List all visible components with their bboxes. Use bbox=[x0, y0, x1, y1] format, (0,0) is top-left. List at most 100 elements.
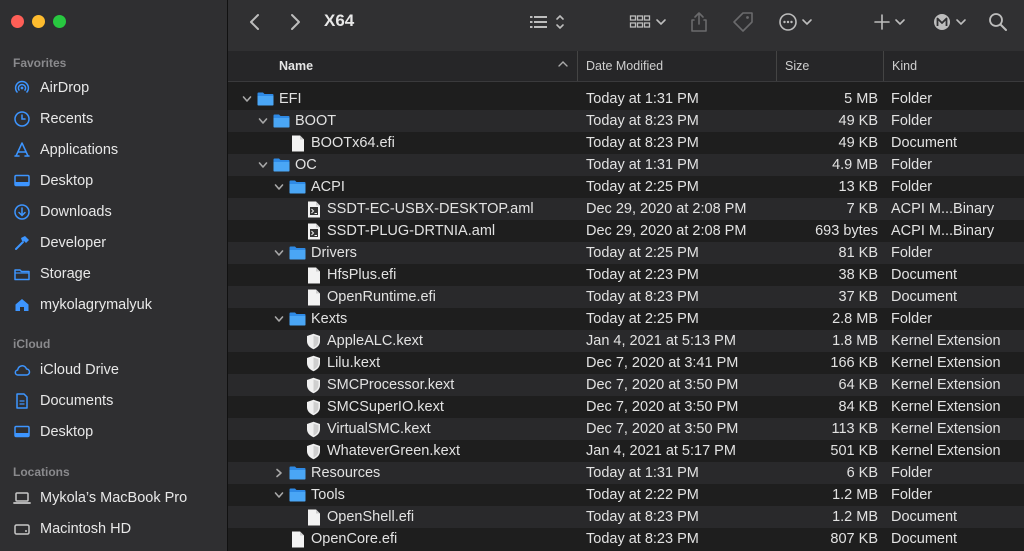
sidebar-item-label: Desktop bbox=[40, 173, 94, 189]
file-row[interactable]: ACPI Today at 2:25 PM 13 KB Folder bbox=[228, 176, 1024, 198]
sidebar-item-fav-desktop[interactable]: Desktop bbox=[13, 170, 223, 192]
minimize-window-button[interactable] bbox=[32, 15, 45, 28]
group-button[interactable] bbox=[629, 0, 669, 44]
m-badge-icon bbox=[934, 14, 966, 30]
sidebar-item-fav-developer[interactable]: Developer bbox=[13, 232, 223, 254]
sidebar-item-icloud-desktop[interactable]: Desktop bbox=[13, 421, 223, 443]
tag-button[interactable] bbox=[731, 0, 755, 44]
file-row[interactable]: OpenShell.efi Today at 8:23 PM 1.2 MB Docum… bbox=[228, 506, 1024, 528]
file-kind: Kernel Extension bbox=[891, 377, 1001, 393]
sidebar-item-loc-macintosh-hd[interactable]: Macintosh HD bbox=[13, 518, 223, 540]
file-name: SMCProcessor.kext bbox=[327, 377, 455, 393]
close-window-button[interactable] bbox=[11, 15, 24, 28]
file-row[interactable]: WhateverGreen.kext Jan 4, 2021 at 5:17 PM… bbox=[228, 440, 1024, 462]
file-row[interactable]: SSDT-EC-USBX-DESKTOP.aml Dec 29, 2020 at … bbox=[228, 198, 1024, 220]
view-options-button[interactable] bbox=[528, 0, 568, 44]
file-row[interactable]: OC Today at 1:31 PM 4.9 MB Folder bbox=[228, 154, 1024, 176]
file-row[interactable]: EFI Today at 1:31 PM 5 MB Folder bbox=[228, 88, 1024, 110]
file-row[interactable]: OpenCore.efi Today at 8:23 PM 807 KB Docume… bbox=[228, 528, 1024, 550]
column-date-modified[interactable]: Date Modified bbox=[577, 51, 663, 81]
document-icon bbox=[305, 264, 322, 286]
downloads-icon bbox=[13, 203, 31, 221]
sidebar-item-label: Documents bbox=[40, 393, 114, 409]
file-name: Drivers bbox=[311, 245, 357, 261]
sidebar-item-fav-recents[interactable]: Recents bbox=[13, 108, 223, 130]
new-item-button[interactable] bbox=[874, 0, 910, 44]
file-row[interactable]: Lilu.kext Dec 7, 2020 at 3:41 PM 166 KB Ker… bbox=[228, 352, 1024, 374]
search-button[interactable] bbox=[988, 0, 1008, 44]
sidebar-item-fav-downloads[interactable]: Downloads bbox=[13, 201, 223, 223]
file-size: 113 KB bbox=[831, 421, 879, 437]
sidebar-item-fav-airdrop[interactable]: AirDrop bbox=[13, 77, 223, 99]
column-name[interactable]: Name bbox=[279, 51, 313, 81]
file-kind: Document bbox=[891, 509, 958, 525]
file-name: EFI bbox=[279, 91, 302, 107]
action-menu-button[interactable] bbox=[778, 0, 818, 44]
share-button[interactable] bbox=[690, 0, 708, 44]
window-controls bbox=[11, 15, 66, 28]
file-date-modified: Today at 8:23 PM bbox=[586, 289, 699, 305]
file-size: 4.9 MB bbox=[832, 157, 878, 173]
file-date-modified: Today at 8:23 PM bbox=[586, 509, 699, 525]
file-size: 84 KB bbox=[838, 399, 879, 415]
back-button[interactable] bbox=[248, 0, 262, 44]
chevron-right-icon bbox=[291, 14, 300, 30]
hammer-icon bbox=[13, 234, 31, 252]
file-row[interactable]: SMCProcessor.kext Dec 7, 2020 at 3:50 PM 6… bbox=[228, 374, 1024, 396]
column-kind[interactable]: Kind bbox=[883, 51, 917, 81]
sidebar-item-icloud-documents[interactable]: Documents bbox=[13, 390, 223, 412]
file-row[interactable]: BOOT Today at 8:23 PM 49 KB Folder bbox=[228, 110, 1024, 132]
disclosure-expanded-icon[interactable] bbox=[257, 110, 269, 132]
file-date-modified: Today at 2:22 PM bbox=[586, 487, 699, 503]
sidebar-item-icloud-icloud-drive[interactable]: iCloud Drive bbox=[13, 359, 223, 381]
file-kind: Kernel Extension bbox=[891, 443, 1001, 459]
zoom-window-button[interactable] bbox=[53, 15, 66, 28]
disclosure-expanded-icon[interactable] bbox=[273, 242, 285, 264]
file-row[interactable]: SMCSuperIO.kext Dec 7, 2020 at 3:50 PM 84 … bbox=[228, 396, 1024, 418]
disclosure-collapsed-icon[interactable] bbox=[273, 462, 285, 484]
file-name: Resources bbox=[311, 465, 381, 481]
disclosure-expanded-icon[interactable] bbox=[273, 176, 285, 198]
file-size: 166 KB bbox=[830, 355, 878, 371]
folder-icon bbox=[257, 88, 274, 110]
account-menu-button[interactable] bbox=[932, 0, 970, 44]
file-row[interactable]: BOOTx64.efi Today at 8:23 PM 49 KB Document bbox=[228, 132, 1024, 154]
disclosure-expanded-icon[interactable] bbox=[257, 154, 269, 176]
file-date-modified: Today at 1:31 PM bbox=[586, 465, 699, 481]
file-kind: Folder bbox=[891, 245, 933, 261]
document-icon bbox=[305, 286, 322, 308]
desktop-icon bbox=[13, 423, 31, 441]
file-name: Lilu.kext bbox=[327, 355, 381, 371]
sidebar-item-fav-mykolagrymalyuk[interactable]: mykolagrymalyuk bbox=[13, 294, 223, 316]
file-row[interactable]: SSDT-PLUG-DRTNIA.aml Dec 29, 2020 at 2:08… bbox=[228, 220, 1024, 242]
sidebar-item-fav-applications[interactable]: Applications bbox=[13, 139, 223, 161]
disclosure-expanded-icon[interactable] bbox=[241, 88, 253, 110]
window-title: X64 bbox=[324, 11, 355, 30]
sidebar-item-fav-storage[interactable]: Storage bbox=[13, 263, 223, 285]
file-row[interactable]: Resources Today at 1:31 PM 6 KB Folder bbox=[228, 462, 1024, 484]
file-size: 38 KB bbox=[838, 267, 879, 283]
forward-button[interactable] bbox=[288, 0, 302, 44]
file-size: 64 KB bbox=[838, 377, 879, 393]
disclosure-expanded-icon[interactable] bbox=[273, 484, 285, 506]
file-row[interactable]: HfsPlus.efi Today at 2:23 PM 38 KB Document bbox=[228, 264, 1024, 286]
file-name: SSDT-EC-USBX-DESKTOP.aml bbox=[327, 201, 534, 217]
file-size: 7 KB bbox=[846, 201, 878, 217]
file-row[interactable]: Tools Today at 2:22 PM 1.2 MB Folder bbox=[228, 484, 1024, 506]
file-kind: Kernel Extension bbox=[891, 333, 1001, 349]
file-kind: Kernel Extension bbox=[891, 399, 1001, 415]
file-row[interactable]: Kexts Today at 2:25 PM 2.8 MB Folder bbox=[228, 308, 1024, 330]
sidebar-item-loc-mykola-s-macbook-pro[interactable]: Mykola’s MacBook Pro bbox=[13, 487, 223, 509]
file-row[interactable]: AppleALC.kext Jan 4, 2021 at 5:13 PM 1.8 M… bbox=[228, 330, 1024, 352]
sidebar-item-label: Mykola’s MacBook Pro bbox=[40, 490, 188, 506]
sidebar-item-label: AirDrop bbox=[40, 80, 90, 96]
file-row[interactable]: VirtualSMC.kext Dec 7, 2020 at 3:50 PM 113… bbox=[228, 418, 1024, 440]
file-size: 81 KB bbox=[838, 245, 879, 261]
tag-icon bbox=[733, 12, 753, 32]
file-row[interactable]: OpenRuntime.efi Today at 8:23 PM 37 KB Docu… bbox=[228, 286, 1024, 308]
file-date-modified: Dec 7, 2020 at 3:50 PM bbox=[586, 377, 739, 393]
file-row[interactable]: Drivers Today at 2:25 PM 81 KB Folder bbox=[228, 242, 1024, 264]
disclosure-expanded-icon[interactable] bbox=[273, 308, 285, 330]
file-name: AppleALC.kext bbox=[327, 333, 423, 349]
column-size[interactable]: Size bbox=[776, 51, 809, 81]
